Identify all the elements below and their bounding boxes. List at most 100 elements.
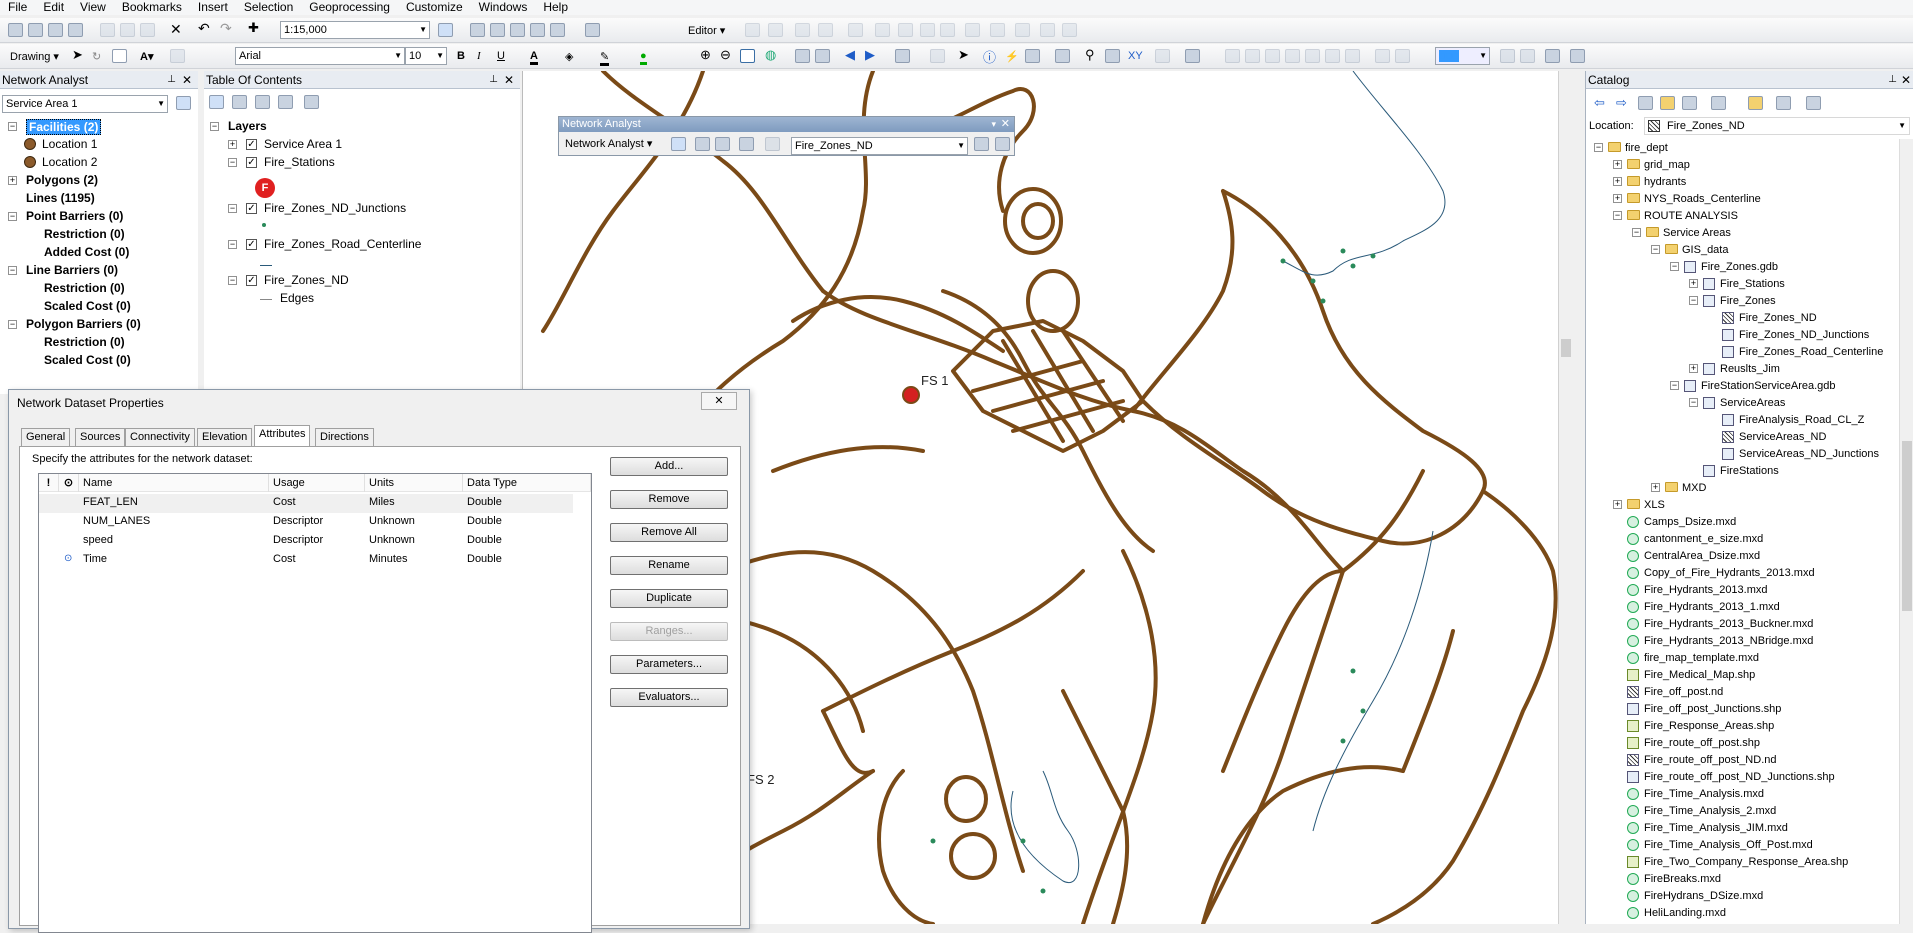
views-icon[interactable] bbox=[1711, 96, 1726, 110]
expand-toggle-icon[interactable]: − bbox=[1651, 245, 1660, 254]
close-icon[interactable]: ✕ bbox=[1001, 117, 1010, 132]
split-icon[interactable] bbox=[875, 23, 890, 37]
list-by-source-icon[interactable] bbox=[232, 95, 247, 109]
expand-toggle-icon[interactable]: + bbox=[1689, 364, 1698, 373]
sketch-icon[interactable] bbox=[990, 23, 1005, 37]
marker-color-icon[interactable]: ● bbox=[640, 50, 647, 65]
na-item[interactable]: Location 1 bbox=[42, 137, 97, 151]
home-icon[interactable] bbox=[1660, 96, 1675, 110]
catalog-item[interactable]: ServiceAreas_ND_Junctions bbox=[1739, 448, 1879, 460]
html-popup-icon[interactable] bbox=[1025, 49, 1040, 63]
catalog-item[interactable]: cantonment_e_size.mxd bbox=[1644, 533, 1763, 545]
toolbar-menu-icon[interactable]: ▾ bbox=[991, 117, 996, 132]
catalog-item[interactable]: Fire_Hydrants_2013.mxd bbox=[1644, 584, 1768, 596]
clear-selection-icon[interactable] bbox=[930, 49, 945, 63]
map-vertical-scrollbar[interactable] bbox=[1558, 71, 1572, 924]
time-slider-icon[interactable] bbox=[1155, 49, 1170, 63]
catalog-item[interactable]: Copy_of_Fire_Hydrants_2013.mxd bbox=[1644, 567, 1815, 579]
na-item[interactable]: Scaled Cost (0) bbox=[44, 353, 131, 367]
rotate-icon[interactable]: ↻ bbox=[92, 50, 101, 63]
back-layout-icon[interactable] bbox=[1375, 49, 1390, 63]
expand-toggle-icon[interactable]: − bbox=[228, 240, 237, 249]
catalog-item[interactable]: Fire_Hydrants_2013_Buckner.mxd bbox=[1644, 618, 1813, 630]
close-icon[interactable]: ✕ bbox=[182, 71, 192, 89]
layer-name[interactable]: Fire_Stations bbox=[264, 155, 335, 169]
expand-toggle-icon[interactable]: − bbox=[1632, 228, 1641, 237]
expand-toggle-icon[interactable]: − bbox=[1613, 211, 1622, 220]
column-header[interactable]: Units bbox=[365, 474, 463, 492]
italic-button[interactable]: I bbox=[477, 50, 481, 62]
parameters-button[interactable]: Parameters... bbox=[610, 655, 728, 674]
catalog-item[interactable]: Fire_route_off_post_ND_Junctions.shp bbox=[1644, 771, 1835, 783]
na-item[interactable]: Scaled Cost (0) bbox=[44, 299, 131, 313]
open-icon[interactable] bbox=[28, 23, 43, 37]
scale-combo[interactable]: 1:15,000 ▼ bbox=[280, 21, 430, 39]
pin-icon[interactable]: ⊥ bbox=[1888, 71, 1897, 89]
list-by-drawing-order-icon[interactable] bbox=[209, 95, 224, 109]
location-combo[interactable]: Fire_Zones_ND ▼ bbox=[1644, 117, 1910, 135]
column-header[interactable]: ! bbox=[39, 474, 59, 492]
catalog-item[interactable]: fire_map_template.mxd bbox=[1644, 652, 1759, 664]
catalog-item[interactable]: Camps_Dsize.mxd bbox=[1644, 516, 1736, 528]
close-icon[interactable]: ✕ bbox=[504, 71, 514, 89]
menu-view[interactable]: View bbox=[72, 0, 114, 15]
layout-zoom-combo[interactable]: ■■■ ▼ bbox=[1435, 47, 1490, 65]
na-properties-icon[interactable] bbox=[176, 96, 191, 110]
reshape-icon[interactable] bbox=[1040, 23, 1055, 37]
select-features-icon[interactable] bbox=[895, 49, 910, 63]
catalog-item[interactable]: FireAnalysis_Road_CL_Z bbox=[1739, 414, 1864, 426]
fixed-zoom-out-layout-icon[interactable] bbox=[1345, 49, 1360, 63]
edit-vertices-icon[interactable] bbox=[170, 49, 185, 63]
menu-insert[interactable]: Insert bbox=[190, 0, 236, 15]
na-menu[interactable]: Network Analyst ▾ bbox=[565, 137, 652, 150]
catalog-item[interactable]: FireBreaks.mxd bbox=[1644, 873, 1721, 885]
up-level-icon[interactable] bbox=[1638, 96, 1653, 110]
catalog-item[interactable]: XLS bbox=[1644, 499, 1665, 511]
menu-windows[interactable]: Windows bbox=[471, 0, 536, 15]
fill-color-icon[interactable]: ◈ bbox=[565, 50, 573, 63]
layer-name[interactable]: Fire_Zones_Road_Centerline bbox=[264, 237, 421, 251]
focus-data-frame-icon[interactable] bbox=[1520, 49, 1535, 63]
catalog-icon[interactable] bbox=[510, 23, 525, 37]
expand-toggle-icon[interactable]: − bbox=[8, 320, 17, 329]
add-data-icon[interactable]: ✚ bbox=[248, 20, 259, 36]
forward-layout-icon[interactable] bbox=[1395, 49, 1410, 63]
edit-vertices-icon[interactable] bbox=[1015, 23, 1030, 37]
catalog-item[interactable]: FireStations bbox=[1720, 465, 1779, 477]
expand-toggle-icon[interactable]: − bbox=[8, 266, 17, 275]
attributes-grid[interactable]: ! ⊙ Name Usage Units Data Type FEAT_LEN Cost Mi… bbox=[38, 473, 592, 933]
menu-help[interactable]: Help bbox=[535, 0, 576, 15]
catalog-item[interactable]: Fire_Zones_Road_Centerline bbox=[1739, 346, 1883, 358]
pin-icon[interactable]: ⊥ bbox=[489, 71, 498, 89]
expand-toggle-icon[interactable]: + bbox=[1613, 500, 1622, 509]
sketch-properties-icon[interactable] bbox=[940, 23, 955, 37]
forward-arrow-icon[interactable]: ⇨ bbox=[1616, 95, 1627, 111]
na-item[interactable]: Location 2 bbox=[42, 155, 97, 169]
new-icon[interactable] bbox=[8, 23, 23, 37]
new-text-icon[interactable]: A▾ bbox=[140, 50, 153, 63]
catalog-item[interactable]: hydrants bbox=[1644, 176, 1686, 188]
catalog-item[interactable]: Fire_Zones.gdb bbox=[1701, 261, 1778, 273]
expand-toggle-icon[interactable]: − bbox=[228, 204, 237, 213]
pin-icon[interactable]: ⊥ bbox=[167, 71, 176, 89]
toc-icon[interactable] bbox=[490, 23, 505, 37]
column-header[interactable]: ⊙ bbox=[59, 474, 79, 492]
na-item[interactable]: Line Barriers (0) bbox=[26, 263, 118, 277]
expand-toggle-icon[interactable]: − bbox=[1670, 262, 1679, 271]
catalog-item[interactable]: ServiceAreas bbox=[1720, 397, 1785, 409]
catalog-item[interactable]: ServiceAreas_ND bbox=[1739, 431, 1826, 443]
rename-button[interactable]: Rename bbox=[610, 556, 728, 575]
na-item[interactable]: Polygon Barriers (0) bbox=[26, 317, 141, 331]
fixed-zoom-in-layout-icon[interactable] bbox=[1325, 49, 1340, 63]
layout-zoom-in-icon[interactable] bbox=[1225, 49, 1240, 63]
editor-toolbar-icon[interactable] bbox=[438, 23, 453, 37]
attributes-icon[interactable] bbox=[920, 23, 935, 37]
layer-visibility-checkbox[interactable]: ✓ bbox=[246, 157, 257, 168]
undo-icon[interactable]: ↶ bbox=[198, 20, 210, 37]
catalog-item[interactable]: Fire_off_post.nd bbox=[1644, 686, 1723, 698]
attribute-row[interactable]: speed Descriptor Unknown Double bbox=[39, 532, 573, 551]
menu-geoprocessing[interactable]: Geoprocessing bbox=[301, 0, 398, 15]
toggle-draft-icon[interactable] bbox=[1500, 49, 1515, 63]
solve-grid-icon[interactable] bbox=[739, 137, 754, 151]
add-button[interactable]: Add... bbox=[610, 457, 728, 476]
